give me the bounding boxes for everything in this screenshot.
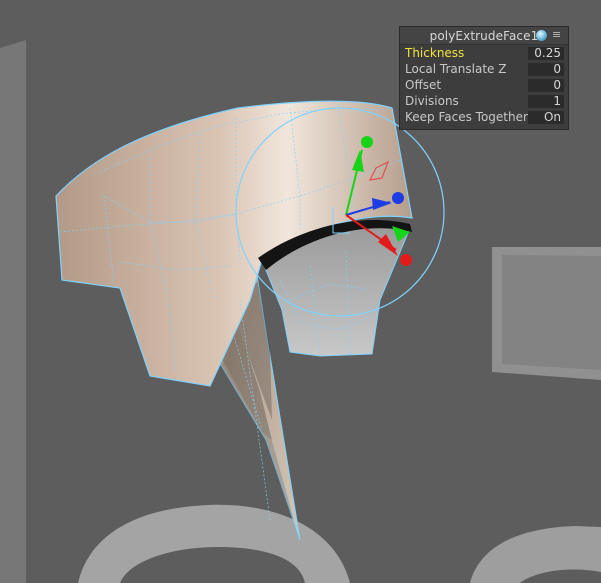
attr-value-field[interactable]: 0.25 bbox=[528, 46, 564, 60]
attr-value-field[interactable]: 0 bbox=[528, 78, 564, 92]
panel-header: polyExtrudeFace1 ≡ bbox=[400, 27, 568, 45]
attr-row-thickness[interactable]: Thickness 0.25 bbox=[400, 45, 568, 61]
attr-row-divisions[interactable]: Divisions 1 bbox=[400, 93, 568, 109]
sphere-icon[interactable] bbox=[536, 30, 547, 41]
channel-box-panel: polyExtrudeFace1 ≡ Thickness 0.25 Local … bbox=[399, 26, 569, 130]
attr-label: Thickness bbox=[405, 46, 465, 60]
attr-value-field[interactable]: 0 bbox=[528, 62, 564, 76]
attr-label: Divisions bbox=[405, 94, 459, 108]
attr-row-keep-faces-together[interactable]: Keep Faces Together On bbox=[400, 109, 568, 125]
attr-value-field[interactable]: On bbox=[528, 110, 564, 124]
attr-value-field[interactable]: 1 bbox=[528, 94, 564, 108]
menu-icon[interactable]: ≡ bbox=[552, 29, 563, 40]
attr-label: Keep Faces Together bbox=[405, 110, 528, 124]
attr-row-local-translate-z[interactable]: Local Translate Z 0 bbox=[400, 61, 568, 77]
attr-label: Local Translate Z bbox=[405, 62, 507, 76]
panel-title: polyExtrudeFace1 bbox=[429, 28, 539, 43]
attr-label: Offset bbox=[405, 78, 442, 92]
attr-row-offset[interactable]: Offset 0 bbox=[400, 77, 568, 93]
